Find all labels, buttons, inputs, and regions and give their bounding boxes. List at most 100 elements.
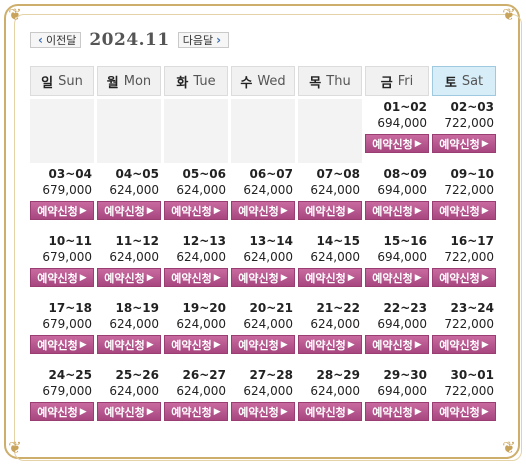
reserve-button[interactable]: 예약신청 ▶	[365, 402, 429, 421]
stay-price: 624,000	[243, 384, 293, 398]
reserve-label: 예약신청	[37, 271, 78, 285]
day-cell: 25~26 624,000 예약신청 ▶	[97, 367, 161, 434]
reserve-button[interactable]: 예약신청 ▶	[164, 268, 228, 287]
stay-price: 624,000	[310, 384, 360, 398]
weekday-sat: 토 Sat	[432, 66, 496, 96]
stay-price: 624,000	[109, 317, 159, 331]
reserve-label: 예약신청	[238, 271, 279, 285]
stay-price: 624,000	[176, 384, 226, 398]
ornament-icon: ❦	[8, 438, 22, 457]
triangle-right-icon: ▶	[414, 406, 422, 417]
reserve-button[interactable]: 예약신청 ▶	[97, 201, 161, 220]
stay-price: 624,000	[176, 317, 226, 331]
reserve-button[interactable]: 예약신청 ▶	[164, 335, 228, 354]
reserve-button[interactable]: 예약신청 ▶	[365, 268, 429, 287]
weekday-wed: 수 Wed	[231, 66, 295, 96]
reserve-label: 예약신청	[37, 338, 78, 352]
reserve-button[interactable]: 예약신청 ▶	[30, 402, 94, 421]
stay-price: 624,000	[243, 250, 293, 264]
weekday-tue: 화 Tue	[164, 66, 228, 96]
reserve-button[interactable]: 예약신청 ▶	[432, 201, 496, 220]
empty-day-cell	[97, 99, 161, 163]
stay-price: 722,000	[444, 183, 494, 197]
reserve-button[interactable]: 예약신청 ▶	[97, 268, 161, 287]
reserve-label: 예약신청	[37, 204, 78, 218]
day-cell: 14~15 624,000 예약신청 ▶	[298, 233, 362, 300]
reserve-button[interactable]: 예약신청 ▶	[432, 402, 496, 421]
reserve-label: 예약신청	[305, 405, 346, 419]
reserve-button[interactable]: 예약신청 ▶	[365, 201, 429, 220]
triangle-right-icon: ▶	[481, 272, 489, 283]
reserve-button[interactable]: 예약신청 ▶	[30, 268, 94, 287]
stay-dates: 02~03	[450, 100, 494, 114]
day-cell: 12~13 624,000 예약신청 ▶	[164, 233, 228, 300]
reserve-button[interactable]: 예약신청 ▶	[30, 201, 94, 220]
stay-price: 694,000	[377, 116, 427, 130]
stay-price: 624,000	[109, 250, 159, 264]
reserve-button[interactable]: 예약신청 ▶	[231, 402, 295, 421]
weekday-ko: 토	[444, 75, 457, 91]
reserve-button[interactable]: 예약신청 ▶	[30, 335, 94, 354]
triangle-right-icon: ▶	[79, 339, 87, 350]
day-cell: 09~10 722,000 예약신청 ▶	[432, 166, 496, 233]
triangle-right-icon: ▶	[280, 339, 288, 350]
stay-dates: 16~17	[450, 234, 494, 248]
reserve-button[interactable]: 예약신청 ▶	[432, 268, 496, 287]
month-navigation: ‹ 이전달 2024.11 다음달 ›	[30, 30, 230, 50]
triangle-right-icon: ▶	[146, 272, 154, 283]
triangle-right-icon: ▶	[347, 339, 355, 350]
reserve-button[interactable]: 예약신청 ▶	[365, 335, 429, 354]
current-month: 2024.11	[89, 30, 170, 50]
weekday-fri: 금 Fri	[365, 66, 429, 96]
next-month-button[interactable]: 다음달 ›	[177, 32, 230, 48]
reserve-button[interactable]: 예약신청 ▶	[298, 201, 362, 220]
reserve-label: 예약신청	[104, 405, 145, 419]
empty-day-cell	[164, 99, 228, 163]
stay-dates: 09~10	[450, 167, 494, 181]
stay-dates: 19~20	[182, 301, 226, 315]
reserve-button[interactable]: 예약신청 ▶	[432, 335, 496, 354]
day-cell: 24~25 679,000 예약신청 ▶	[30, 367, 94, 434]
reserve-button[interactable]: 예약신청 ▶	[298, 402, 362, 421]
triangle-right-icon: ▶	[481, 205, 489, 216]
reserve-button[interactable]: 예약신청 ▶	[164, 201, 228, 220]
stay-price: 694,000	[377, 250, 427, 264]
stay-dates: 03~04	[48, 167, 92, 181]
stay-price: 624,000	[310, 250, 360, 264]
weekday-en: Thu	[326, 73, 351, 89]
weekday-en: Tue	[193, 73, 216, 89]
reserve-button[interactable]: 예약신청 ▶	[231, 335, 295, 354]
empty-day-cell	[298, 99, 362, 163]
reserve-button[interactable]: 예약신청 ▶	[432, 134, 496, 153]
weekday-en: Sun	[58, 73, 83, 89]
reserve-button[interactable]: 예약신청 ▶	[365, 134, 429, 153]
reserve-button[interactable]: 예약신청 ▶	[298, 335, 362, 354]
stay-price: 722,000	[444, 384, 494, 398]
ornament-icon: ❦	[8, 5, 22, 24]
day-cell: 30~01 722,000 예약신청 ▶	[432, 367, 496, 434]
stay-dates: 18~19	[115, 301, 159, 315]
reserve-label: 예약신청	[372, 271, 413, 285]
stay-price: 624,000	[109, 183, 159, 197]
reserve-label: 예약신청	[171, 204, 212, 218]
stay-price: 624,000	[310, 183, 360, 197]
stay-price: 722,000	[444, 250, 494, 264]
reserve-label: 예약신청	[104, 204, 145, 218]
triangle-right-icon: ▶	[213, 272, 221, 283]
day-cell: 29~30 694,000 예약신청 ▶	[365, 367, 429, 434]
reserve-button[interactable]: 예약신청 ▶	[97, 402, 161, 421]
triangle-right-icon: ▶	[414, 138, 422, 149]
day-cell: 06~07 624,000 예약신청 ▶	[231, 166, 295, 233]
reserve-button[interactable]: 예약신청 ▶	[298, 268, 362, 287]
stay-dates: 28~29	[316, 368, 360, 382]
reserve-button[interactable]: 예약신청 ▶	[231, 201, 295, 220]
reserve-button[interactable]: 예약신청 ▶	[164, 402, 228, 421]
prev-month-button[interactable]: ‹ 이전달	[30, 32, 82, 48]
day-cell: 01~02 694,000 예약신청 ▶	[365, 99, 429, 166]
reserve-button[interactable]: 예약신청 ▶	[97, 335, 161, 354]
reserve-label: 예약신청	[104, 271, 145, 285]
reserve-label: 예약신청	[439, 137, 480, 151]
weekday-mon: 월 Mon	[97, 66, 161, 96]
triangle-right-icon: ▶	[347, 406, 355, 417]
reserve-button[interactable]: 예약신청 ▶	[231, 268, 295, 287]
